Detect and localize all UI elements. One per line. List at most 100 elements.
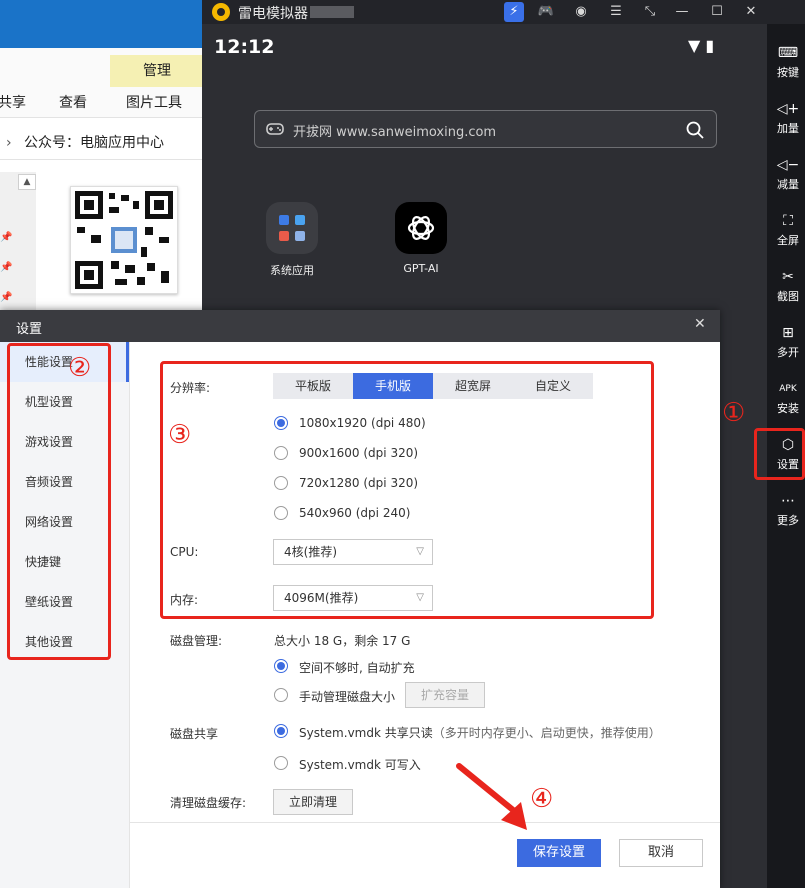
- nav-item-device-model[interactable]: 机型设置: [0, 382, 129, 422]
- status-time: 12:12: [214, 36, 275, 58]
- memory-label: 内存:: [170, 593, 199, 607]
- dialog-footer-divider: [130, 822, 720, 823]
- sidebar-item-volume-up[interactable]: ◁+ 加量: [769, 98, 805, 146]
- menu-icon[interactable]: ☰: [606, 2, 626, 22]
- expand-icon[interactable]: ⤡: [640, 2, 660, 22]
- manual-disk-label: 手动管理磁盘大小: [299, 690, 396, 704]
- ribbon-tab-picture-tools[interactable]: 图片工具: [126, 92, 182, 112]
- app-gpt-ai[interactable]: GPT-AI: [381, 202, 461, 275]
- memory-select[interactable]: 4096M(推荐) ▽: [273, 585, 433, 611]
- sidebar-item-keyboard[interactable]: ⌨ 按键: [769, 42, 805, 90]
- sidebar-label: 加量: [777, 122, 799, 135]
- apk-icon: APK: [779, 384, 797, 394]
- emulator-title: 雷电模拟器: [238, 6, 308, 22]
- tab-tablet[interactable]: 平板版: [273, 373, 353, 399]
- boost-icon[interactable]: ⚡: [504, 2, 524, 22]
- explorer-titlebar: [0, 0, 204, 48]
- radio-auto-expand[interactable]: [274, 659, 288, 673]
- close-icon[interactable]: ✕: [741, 2, 761, 22]
- clear-cache-button[interactable]: 立即清理: [273, 789, 353, 815]
- resolution-mode-tabs: 平板版 手机版 超宽屏 自定义: [273, 373, 593, 399]
- sidebar-label: 按键: [777, 66, 799, 79]
- more-icon: ⋯: [781, 493, 795, 509]
- emulator-titlebar: 雷电模拟器 ⚡ 🎮 ◉ ☰ ⤡ — ☐ ✕: [202, 0, 805, 24]
- fullscreen-icon: ⛶: [783, 213, 793, 229]
- nav-item-performance[interactable]: 性能设置: [0, 342, 129, 382]
- cpu-label: CPU:: [170, 545, 199, 559]
- tab-phone[interactable]: 手机版: [353, 373, 433, 399]
- chevron-down-icon: ▽: [416, 546, 424, 557]
- close-icon[interactable]: ✕: [694, 316, 706, 332]
- arrow-annotation-icon: [456, 763, 527, 830]
- sidebar-label: 全屏: [777, 234, 799, 247]
- system-apps-icon: [266, 202, 318, 254]
- address-bar[interactable]: › 公众号：电脑应用中心: [0, 126, 204, 160]
- redacted-version: [310, 6, 354, 18]
- app-system-apps[interactable]: 系统应用: [252, 202, 332, 278]
- dialog-title: 设置: [16, 322, 43, 337]
- radio-720x1280[interactable]: [274, 476, 288, 490]
- disk-info: 总大小 18 G，剩余 17 G: [274, 634, 411, 648]
- vmdk-writable-label: System.vmdk 可写入: [299, 758, 421, 772]
- pin-icon: 📌: [0, 262, 13, 273]
- cancel-button[interactable]: 取消: [619, 839, 703, 867]
- auto-expand-label: 空间不够时, 自动扩充: [299, 661, 415, 675]
- radio-1080x1920[interactable]: [274, 416, 288, 430]
- save-button[interactable]: 保存设置: [517, 839, 601, 867]
- expand-capacity-button[interactable]: 扩充容量: [405, 682, 485, 708]
- settings-nav: 性能设置 机型设置 游戏设置 音频设置 网络设置 快捷键 壁纸设置 其他设置: [0, 342, 130, 888]
- radio-vmdk-readonly[interactable]: [274, 724, 288, 738]
- resolution-option: 1080x1920 (dpi 480): [299, 416, 426, 430]
- ribbon-tab-manage[interactable]: 管理: [110, 55, 204, 87]
- sidebar-label: 减量: [777, 178, 799, 191]
- minimize-icon[interactable]: —: [672, 2, 692, 22]
- nav-item-wallpaper[interactable]: 壁纸设置: [0, 582, 129, 622]
- multi-instance-icon: ⊞: [782, 325, 794, 341]
- nav-item-audio[interactable]: 音频设置: [0, 462, 129, 502]
- radio-manual-disk[interactable]: [274, 688, 288, 702]
- sidebar-item-fullscreen[interactable]: ⛶ 全屏: [769, 210, 805, 258]
- sidebar-item-settings[interactable]: ⬡ 设置: [769, 434, 805, 482]
- resolution-option: 720x1280 (dpi 320): [299, 476, 419, 490]
- cpu-select[interactable]: 4核(推荐) ▽: [273, 539, 433, 565]
- gpt-ai-icon: [395, 202, 447, 254]
- qr-code-thumbnail[interactable]: [70, 186, 178, 294]
- sidebar-item-install[interactable]: APK 安装: [769, 378, 805, 426]
- resolution-option: 540x960 (dpi 240): [299, 506, 411, 520]
- sidebar-item-volume-down[interactable]: ◁− 减量: [769, 154, 805, 202]
- pin-icon: 📌: [0, 292, 13, 303]
- address-path: 公众号：电脑应用中心: [24, 135, 164, 151]
- nav-item-game[interactable]: 游戏设置: [0, 422, 129, 462]
- nav-item-shortcuts[interactable]: 快捷键: [0, 542, 129, 582]
- wifi-icon: ▼: [688, 36, 701, 55]
- radio-vmdk-writable[interactable]: [274, 756, 288, 770]
- scroll-up-icon[interactable]: ▲: [18, 174, 36, 190]
- ribbon-tab-view[interactable]: 查看: [59, 92, 87, 112]
- tab-custom[interactable]: 自定义: [513, 373, 593, 399]
- search-bar[interactable]: 开拔网 www.sanweimoxing.com: [254, 110, 717, 148]
- tab-ultrawide[interactable]: 超宽屏: [433, 373, 513, 399]
- account-icon[interactable]: ◉: [571, 2, 591, 22]
- sidebar-label: 截图: [777, 290, 799, 303]
- app-label: 系统应用: [270, 264, 314, 277]
- sidebar-item-more[interactable]: ⋯ 更多: [769, 490, 805, 538]
- cpu-value: 4核(推荐): [284, 545, 337, 559]
- clear-cache-label: 清理磁盘缓存:: [170, 796, 247, 810]
- qr-code-icon: [75, 191, 173, 289]
- nav-item-other[interactable]: 其他设置: [0, 622, 129, 662]
- sidebar-item-screenshot[interactable]: ✂ 截图: [769, 266, 805, 314]
- maximize-icon[interactable]: ☐: [707, 2, 727, 22]
- search-icon[interactable]: [685, 120, 705, 140]
- ribbon-tab-share[interactable]: 共享: [0, 92, 26, 112]
- resolution-label: 分辨率:: [170, 381, 211, 395]
- disk-label: 磁盘管理:: [170, 634, 223, 648]
- gamepad-search-icon: [266, 123, 284, 135]
- gamepad-icon[interactable]: 🎮: [536, 2, 556, 22]
- radio-540x960[interactable]: [274, 506, 288, 520]
- annotation-mark-3: ③: [168, 420, 192, 450]
- volume-down-icon: ◁−: [776, 157, 800, 173]
- nav-item-network[interactable]: 网络设置: [0, 502, 129, 542]
- app-label: GPT-AI: [403, 262, 439, 275]
- sidebar-item-multi-instance[interactable]: ⊞ 多开: [769, 322, 805, 370]
- radio-900x1600[interactable]: [274, 446, 288, 460]
